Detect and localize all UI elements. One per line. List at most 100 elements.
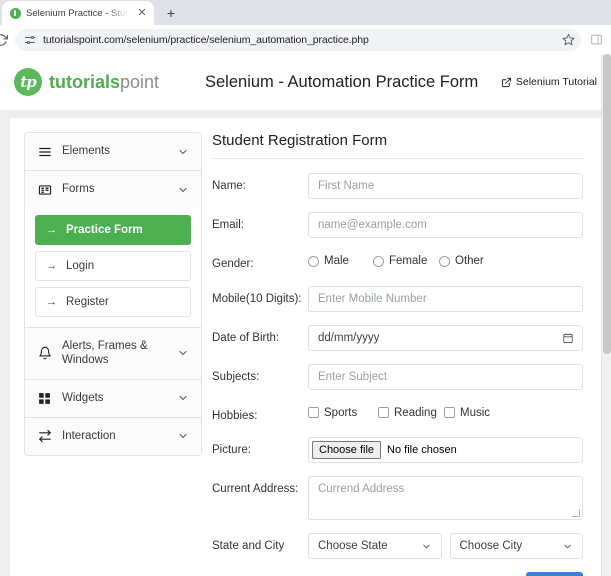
picture-file-input[interactable]: Choose file No file chosen	[308, 437, 583, 464]
hobbies-checkbox-group: Sports Reading Music	[308, 403, 583, 419]
logo-text-bold: tutorials	[49, 72, 121, 92]
email-input[interactable]: name@example.com	[308, 212, 583, 238]
new-tab-button[interactable]: +	[160, 2, 182, 24]
gender-option-other[interactable]: Other	[439, 255, 484, 267]
file-status-text: No file chosen	[387, 444, 457, 457]
logo-text-light: point	[120, 72, 160, 92]
sidebar-label-interaction: Interaction	[62, 430, 116, 443]
gender-option-male[interactable]: Male	[308, 255, 373, 267]
field-row-name: Name: First Name	[212, 173, 583, 199]
sidebar-item-alerts-frames-windows[interactable]: Alerts, Frames & Windows	[25, 328, 201, 379]
radio-icon[interactable]	[439, 255, 450, 267]
chevron-down-icon	[177, 184, 189, 196]
site-header: tp tutorialspoint Selenium - Automation …	[0, 54, 611, 110]
sidebar-group-alerts: Alerts, Frames & Windows	[25, 328, 201, 380]
hobby-option-reading[interactable]: Reading	[378, 407, 444, 419]
chevron-down-icon	[177, 392, 189, 404]
sidebar-label-alerts-frames-windows: Alerts, Frames & Windows	[62, 340, 148, 367]
side-panel-icon[interactable]	[585, 29, 607, 51]
sidebar-item-register[interactable]: → Register	[35, 287, 191, 317]
hobby-label-reading: Reading	[394, 406, 437, 419]
field-row-dob: Date of Birth: dd/mm/yyyy	[212, 324, 583, 351]
chevron-down-icon	[177, 146, 189, 158]
dob-label: Date of Birth:	[212, 331, 280, 344]
subjects-label: Subjects:	[212, 370, 260, 383]
sidebar-label-register: Register	[66, 296, 109, 308]
city-select[interactable]: Choose City	[449, 533, 583, 560]
field-row-subjects: Subjects: Enter Subject	[212, 363, 583, 390]
arrow-right-icon: →	[46, 223, 57, 236]
mobile-input[interactable]: Enter Mobile Number	[308, 285, 583, 312]
sidebar-label-forms: Forms	[62, 183, 95, 196]
tune-icon[interactable]	[24, 34, 36, 46]
gender-label-other: Other	[455, 255, 484, 267]
hobbies-label: Hobbies:	[212, 409, 258, 422]
radio-icon[interactable]	[373, 255, 384, 267]
arrow-right-icon: →	[46, 295, 57, 308]
checkbox-icon[interactable]	[444, 407, 455, 419]
address-bar-url[interactable]: tutorialspoint.com/selenium/practice/sel…	[43, 34, 555, 46]
dob-input[interactable]: dd/mm/yyyy	[308, 324, 583, 351]
scrollbar-thumb[interactable]	[603, 54, 611, 354]
close-icon[interactable]: ✕	[135, 6, 149, 20]
choose-file-button[interactable]: Choose file	[312, 441, 382, 460]
address-textarea[interactable]: Currend Address	[308, 476, 583, 521]
sidebar-item-practice-form[interactable]: → Practice Form	[35, 215, 191, 245]
omnibox[interactable]: tutorialspoint.com/selenium/practice/sel…	[15, 28, 581, 51]
sidebar-item-interaction[interactable]: Interaction	[25, 417, 201, 455]
selenium-tutorial-link[interactable]: Selenium Tutorial	[501, 76, 597, 88]
sidebar-submenu-forms: → Practice Form → Login → Register	[25, 208, 201, 327]
page-title: Selenium - Automation Practice Form	[205, 72, 479, 91]
hobby-option-sports[interactable]: Sports	[308, 407, 378, 419]
sidebar-accordion: Elements Forms → Practice Form → Login →…	[24, 132, 202, 456]
sidebar-label-practice-form: Practice Form	[66, 224, 143, 236]
radio-icon[interactable]	[308, 255, 319, 267]
field-row-email: Email: name@example.com	[212, 212, 583, 238]
field-row-picture: Picture: Choose file No file chosen	[212, 437, 583, 464]
state-city-label: State and City	[212, 540, 285, 553]
hobby-option-music[interactable]: Music	[444, 407, 490, 419]
gender-option-female[interactable]: Female	[373, 255, 439, 267]
gender-label-male: Male	[324, 255, 349, 267]
field-row-mobile: Mobile(10 Digits): Enter Mobile Number	[212, 285, 583, 312]
chevron-down-icon	[562, 541, 573, 552]
sidebar-group-forms: Forms → Practice Form → Login → Register	[25, 171, 201, 328]
checkbox-icon[interactable]	[378, 407, 389, 419]
hobby-label-sports: Sports	[324, 406, 358, 419]
tutorialspoint-logo[interactable]: tp tutorialspoint	[14, 68, 159, 96]
selenium-tutorial-label: Selenium Tutorial	[515, 76, 597, 88]
subjects-input[interactable]: Enter Subject	[308, 363, 583, 390]
page-scrollbar[interactable]	[601, 54, 611, 576]
sidebar-label-elements: Elements	[62, 145, 110, 158]
calendar-icon[interactable]	[562, 332, 574, 344]
sidebar-item-widgets[interactable]: Widgets	[25, 379, 201, 417]
form-heading: Student Registration Form	[212, 132, 583, 159]
checkbox-icon[interactable]	[308, 407, 319, 419]
sidebar-group-interaction: Interaction	[25, 417, 201, 455]
bell-icon	[37, 346, 52, 361]
sidebar-group-widgets: Widgets	[25, 379, 201, 418]
state-select[interactable]: Choose State	[308, 533, 442, 560]
star-icon[interactable]	[562, 33, 575, 46]
sidebar-item-login[interactable]: → Login	[35, 251, 191, 281]
dob-placeholder: dd/mm/yyyy	[318, 331, 380, 344]
login-button[interactable]: Login	[525, 572, 583, 576]
swap-icon	[37, 429, 52, 444]
sidebar-label-widgets: Widgets	[62, 392, 104, 405]
field-row-hobbies: Hobbies: Sports Reading Music	[212, 403, 583, 425]
city-select-value: Choose City	[459, 540, 523, 553]
browser-tab[interactable]: Selenium Practice - Student R ✕	[2, 1, 154, 25]
external-link-icon	[501, 77, 512, 88]
field-row-state-city: State and City Choose State Choose City	[212, 533, 583, 560]
logo-wordmark: tutorialspoint	[49, 73, 159, 91]
reload-icon[interactable]	[0, 30, 11, 50]
web-page: tp tutorialspoint Selenium - Automation …	[0, 54, 611, 576]
state-select-value: Choose State	[318, 540, 388, 553]
browser-toolbar: tutorialspoint.com/selenium/practice/sel…	[0, 25, 611, 54]
sidebar-item-forms[interactable]: Forms	[25, 171, 201, 208]
tab-title: Selenium Practice - Student R	[26, 7, 130, 19]
name-input[interactable]: First Name	[308, 173, 583, 199]
sidebar-item-elements[interactable]: Elements	[25, 133, 201, 170]
hobby-label-music: Music	[460, 406, 491, 419]
menu-icon	[37, 144, 52, 159]
